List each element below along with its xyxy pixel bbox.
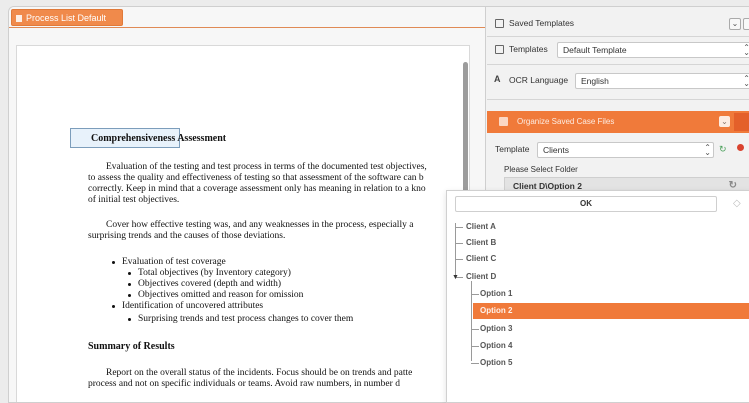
tree-connector [455,227,463,228]
text-format-icon: A [494,74,501,84]
tree-item-client-c[interactable]: Client C [466,254,496,263]
tree-item-option-1[interactable]: Option 1 [480,289,512,298]
template-row: Template Clients ⌃ ⌄ ↻ [487,139,749,161]
template-icon [495,19,504,28]
tree-item-client-d[interactable]: Client D [466,272,496,281]
section-title: Organize Saved Case Files [517,117,615,126]
ocr-language-value: English [581,76,609,86]
ocr-row: A OCR Language English ⌃⌄ [487,70,749,92]
template-select-value: Clients [543,145,569,155]
bullet-item: Objectives omitted and reason for omissi… [127,290,304,300]
paragraph-line: correctly. Keep in mind that a coverage … [88,184,426,194]
template-select[interactable]: Clients ⌃ ⌄ [537,142,714,158]
ocr-language-select[interactable]: English ⌃⌄ [575,73,749,89]
tab-underline [9,27,485,28]
refresh-icon[interactable]: ↻ [719,144,727,155]
close-icon[interactable] [743,18,749,30]
divider [487,64,749,65]
ocr-language-label: OCR Language [509,75,569,85]
delete-icon[interactable] [737,144,744,151]
tree-connector [455,243,463,244]
bullet-item: Total objectives (by Inventory category) [128,268,291,278]
tree-connector [471,346,479,347]
refresh-icon[interactable]: ◇ [733,198,741,209]
paragraph-line: Cover how effective testing was, and any… [106,220,414,230]
paragraph-line: surprising trends and the causes of thos… [88,231,286,241]
paragraph-line: Report on the overall status of the inci… [106,368,413,378]
tree-connector [471,363,479,364]
chevron-down-icon[interactable]: ⌄ [729,18,741,30]
close-section-button[interactable] [734,113,749,131]
folder-prompt: Please Select Folder [504,165,578,174]
bullet-item: Evaluation of test coverage [112,257,226,267]
paragraph-line: to assess the quality and effectiveness … [88,173,424,183]
heading-comprehensiveness: Comprehensiveness Assessment [91,133,227,144]
paragraph-line: Evaluation of the testing and test proce… [106,162,427,172]
bullet-item: Surprising trends and test process chang… [127,314,354,324]
chevron-down-icon[interactable]: ⌄ [719,116,730,127]
heading-summary: Summary of Results [88,341,175,352]
tree-item-option-2-label: Option 2 [480,306,513,315]
tree-item-option-5[interactable]: Option 5 [480,358,512,367]
templates-select-value: Default Template [563,45,627,55]
divider [487,36,749,37]
tree-item-option-4[interactable]: Option 4 [480,341,512,350]
tree-connector [455,259,463,260]
paragraph-line: of initial test objectives. [88,195,180,205]
templates-row: Templates Default Template ⌃⌄ [487,39,749,61]
tree-connector [471,329,479,330]
document-icon [16,15,22,22]
document-page[interactable]: Comprehensiveness Assessment Evaluation … [16,45,470,402]
organize-section-header[interactable]: Organize Saved Case Files ⌄ [487,111,749,133]
folder-icon [495,45,504,54]
tree-item-option-3[interactable]: Option 3 [480,324,512,333]
template-label: Template [495,144,530,154]
bullet-item: Objectives covered (depth and width) [128,279,281,289]
templates-label: Templates [509,44,548,54]
section-icon [499,117,508,126]
tree-item-client-b[interactable]: Client B [466,238,496,247]
saved-templates-row: Saved Templates ⌄ [487,13,749,35]
tree-item-option-2-selected[interactable]: Option 2 [473,303,749,319]
tree-connector [471,294,479,295]
divider [487,99,749,100]
tree-connector [471,281,472,361]
up-down-arrow-icon: ⌃⌄ [743,75,749,88]
templates-select[interactable]: Default Template ⌃⌄ [557,42,749,58]
paragraph-line: process and not on specific individuals … [88,379,400,389]
document-tab-label: Process List Default [26,13,107,23]
saved-templates-label: Saved Templates [509,18,575,28]
tree-item-client-a[interactable]: Client A [466,222,496,231]
document-pane: Process List Default Comprehensiveness A… [9,7,486,402]
ok-button[interactable]: OK [455,196,717,212]
bullet-item: Identification of uncovered attributes [111,301,264,311]
collapse-icon[interactable]: ▼ [452,274,459,281]
tree-connector [455,223,456,277]
document-tab[interactable]: Process List Default [11,9,123,26]
up-down-arrow-icon: ⌃⌄ [743,44,749,57]
folder-tree-dropdown: OK ◇ ▼ Client A Client B Client C Client… [446,190,749,403]
up-down-arrow-icon: ⌃⌄ [704,143,711,157]
